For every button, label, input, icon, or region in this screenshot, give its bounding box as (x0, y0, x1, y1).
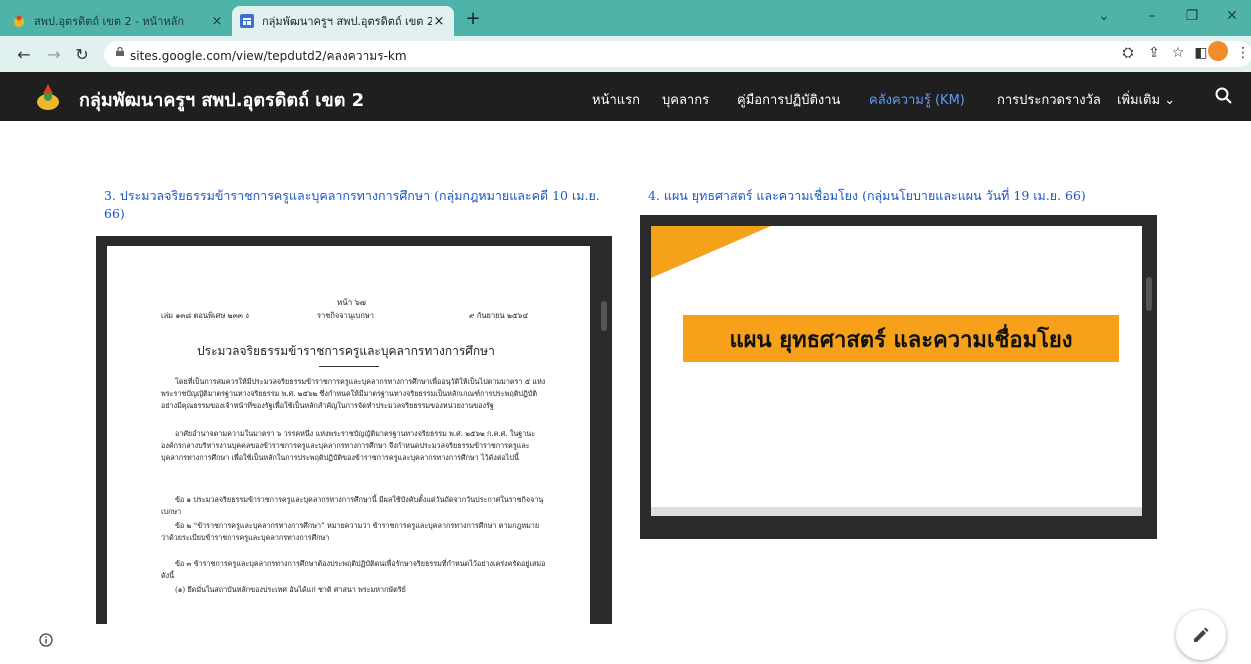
pencil-icon (1194, 627, 1209, 642)
url-text: sites.google.com/view/tepdutd2/คลงความร-… (130, 49, 407, 63)
slide-bottom-bar (651, 507, 1142, 516)
doc-paragraph: โดยที่เป็นการสมควรให้มีประมวลจริยธรรมข้า… (161, 377, 546, 410)
new-tab-button[interactable]: + (462, 8, 484, 29)
doc-header-right: ๙ กันยายน ๒๕๖๔ (469, 311, 529, 320)
doc-paragraph: ข้อ ๓ ข้าราชการครูและบุคลากรทางการศึกษาต… (161, 559, 546, 580)
browser-tab-strip: สพป.อุตรดิตถ์ เขต 2 - หน้าหลัก × กลุ่มพั… (0, 0, 1251, 36)
google-sites-icon (240, 14, 254, 28)
doc-title-rule (319, 366, 379, 367)
close-tab-icon[interactable]: × (210, 14, 224, 29)
nav-awards[interactable]: การประกวดรางวัล (997, 89, 1101, 110)
reload-icon[interactable]: ↻ (72, 45, 92, 64)
chevron-down-icon: ⌄ (1164, 93, 1176, 108)
nav-km[interactable]: คลังความรู้ (KM) (869, 89, 965, 110)
slide-corner-shape (651, 226, 771, 278)
doc-paragraph: ข้อ ๒ “ข้าราชการครูและบุคลากรทางการศึกษา… (161, 521, 540, 542)
translate-icon[interactable]: ⛭ (1118, 45, 1138, 61)
doc-paragraph: อาศัยอำนาจตามความในมาตรา ๖ วรรคหนึ่ง แห่… (161, 429, 536, 462)
document-scrollbar[interactable] (601, 301, 607, 331)
browser-tab-km[interactable]: กลุ่มพัฒนาครูฯ สพป.อุตรดิตถ์ เขต 2 - × (232, 6, 454, 36)
slides-embed[interactable]: แผน ยุทธศาสตร์ และความเชื่อมโยง (640, 215, 1157, 539)
doc-title: ประมวลจริยธรรมข้าราชการครูและบุคลากรทางก… (197, 344, 495, 358)
back-icon[interactable]: ← (14, 45, 34, 64)
star-icon[interactable]: ☆ (1168, 45, 1188, 61)
nav-more-label: เพิ่มเติม (1117, 93, 1161, 108)
browser-toolbar: ← → ↻ sites.google.com/view/tepdutd2/คลง… (0, 36, 1251, 72)
lock-icon (116, 47, 124, 56)
document-embed[interactable]: หน้า ๖๗ เล่ม ๑๓๘ ตอนพิเศษ ๒๓๓ ง ราชกิจจา… (96, 236, 612, 624)
address-bar[interactable]: sites.google.com/view/tepdutd2/คลงความร-… (104, 41, 1251, 67)
forward-icon[interactable]: → (44, 45, 64, 64)
doc-header-left: เล่ม ๑๓๘ ตอนพิเศษ ๒๓๓ ง (161, 311, 249, 320)
slide-title: แผน ยุทธศาสตร์ และความเชื่อมโยง (729, 328, 1073, 353)
nav-more[interactable]: เพิ่มเติม ⌄ (1117, 89, 1175, 110)
slides-scrollbar[interactable] (1146, 277, 1152, 311)
tab-title: กลุ่มพัฒนาครูฯ สพป.อุตรดิตถ์ เขต 2 - (262, 15, 432, 28)
site-header: กลุ่มพัฒนาครูฯ สพป.อุตรดิตถ์ เขต 2 หน้าแ… (0, 72, 1251, 121)
menu-icon[interactable]: ⋮ (1233, 45, 1251, 61)
caption-line: 66) (104, 206, 125, 221)
browser-tab-home[interactable]: สพป.อุตรดิตถ์ เขต 2 - หน้าหลัก × (4, 6, 232, 36)
edit-button[interactable] (1176, 610, 1226, 660)
close-window-icon[interactable]: ✕ (1222, 8, 1242, 24)
doc-paragraph: (๑) ยึดมั่นในสถาบันหลักของประเทศ อันได้แ… (175, 585, 406, 594)
doc-paragraph: ข้อ ๑ ประมวลจริยธรรมข้าราชการครูและบุคลา… (161, 495, 544, 516)
search-icon[interactable] (1214, 86, 1234, 106)
restore-icon[interactable]: ❐ (1182, 8, 1202, 24)
item1-caption[interactable]: 3. ประมวลจริยธรรมข้าราชการครูและบุคลากรท… (104, 187, 614, 223)
info-icon[interactable] (39, 633, 53, 647)
nav-home[interactable]: หน้าแรก (592, 89, 640, 110)
slide-preview: แผน ยุทธศาสตร์ และความเชื่อมโยง (651, 226, 1142, 516)
nav-personnel[interactable]: บุคลากร (662, 89, 709, 110)
doc-page-number: หน้า ๖๗ (337, 298, 366, 307)
close-tab-icon[interactable]: × (432, 14, 446, 29)
document-page: หน้า ๖๗ เล่ม ๑๓๘ ตอนพิเศษ ๒๓๓ ง ราชกิจจา… (107, 246, 590, 624)
site-title[interactable]: กลุ่มพัฒนาครูฯ สพป.อุตรดิตถ์ เขต 2 (79, 85, 364, 114)
nav-manual[interactable]: คู่มือการปฏิบัติงาน (737, 89, 840, 110)
share-icon[interactable]: ⇪ (1144, 45, 1164, 61)
profile-avatar[interactable] (1208, 41, 1228, 61)
school-logo-icon (14, 15, 24, 27)
tab-search-icon[interactable]: ⌄ (1094, 8, 1114, 24)
site-logo-icon[interactable] (36, 82, 60, 110)
tab-title: สพป.อุตรดิตถ์ เขต 2 - หน้าหลัก (34, 15, 185, 28)
doc-header-mid: ราชกิจจานุเบกษา (317, 311, 375, 320)
caption-line: 3. ประมวลจริยธรรมข้าราชการครูและบุคลากรท… (104, 188, 600, 203)
item2-caption[interactable]: 4. แผน ยุทธศาสตร์ และความเชื่อมโยง (กลุ่… (648, 187, 1128, 205)
minimize-icon[interactable]: – (1142, 8, 1162, 24)
